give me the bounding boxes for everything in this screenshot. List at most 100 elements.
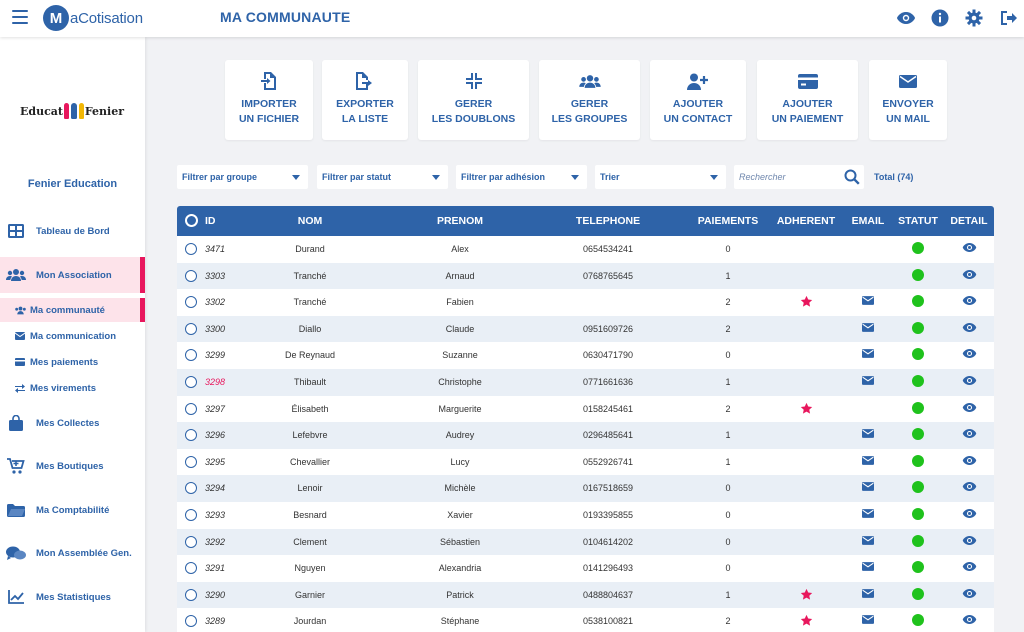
sidebar-subitem-transfers[interactable]: Mes virements <box>0 376 145 400</box>
status-dot-icon <box>912 321 924 334</box>
logout-icon[interactable] <box>998 8 1018 28</box>
row-select-radio[interactable] <box>185 322 197 335</box>
row-select-radio[interactable] <box>185 349 197 362</box>
sidebar-item-dashboard[interactable]: Tableau de Bord <box>0 213 145 249</box>
row-select-radio[interactable] <box>185 455 197 468</box>
menu-icon[interactable] <box>12 10 28 24</box>
row-select-radio[interactable] <box>185 615 197 628</box>
column-header-nom[interactable]: NOM <box>257 215 363 227</box>
table-row[interactable]: 3290 Garnier Patrick 0488804637 1 <box>177 581 994 609</box>
sidebar-subitem-payments[interactable]: Mes paiements <box>0 350 145 374</box>
eye-icon[interactable] <box>962 322 977 335</box>
envelope-icon[interactable] <box>862 535 874 547</box>
eye-icon[interactable] <box>962 588 977 601</box>
envelope-icon[interactable] <box>862 296 874 307</box>
table-row[interactable]: 3292 Clement Sébastien 0104614202 0 <box>177 528 994 556</box>
sidebar-item-collections[interactable]: Mes Collectes <box>0 405 145 441</box>
envelope-icon[interactable] <box>862 588 874 600</box>
eye-icon[interactable] <box>896 8 916 28</box>
eye-icon[interactable] <box>962 375 977 388</box>
eye-icon[interactable] <box>962 482 977 494</box>
column-header-id[interactable]: ID <box>205 215 245 227</box>
column-header-telephone[interactable]: TELEPHONE <box>553 215 663 227</box>
table-row[interactable]: 3302 Tranché Fabien 2 <box>177 289 994 316</box>
eye-icon[interactable] <box>962 562 977 574</box>
column-header-paiements[interactable]: PAIEMENTS <box>693 215 763 227</box>
row-select-radio[interactable] <box>185 243 197 255</box>
row-select-radio[interactable] <box>185 588 197 601</box>
envelope-icon[interactable] <box>862 429 874 440</box>
envelope-icon[interactable] <box>862 562 874 573</box>
sidebar-subitem-community[interactable]: Ma communauté <box>0 298 145 322</box>
table-row[interactable]: 3297 Élisabeth Marguerite 0158245461 2 <box>177 395 994 423</box>
row-select-radio[interactable] <box>185 535 197 548</box>
table-row[interactable]: 3294 Lenoir Michèle 0167518659 0 <box>177 475 994 502</box>
eye-icon[interactable] <box>962 455 977 468</box>
row-select-radio[interactable] <box>185 269 197 282</box>
envelope-icon[interactable] <box>862 455 874 467</box>
cell-statut <box>897 242 939 256</box>
info-icon[interactable] <box>930 8 950 28</box>
eye-icon[interactable] <box>962 296 977 308</box>
envelope-icon[interactable] <box>862 349 874 360</box>
envelope-icon[interactable] <box>862 322 874 334</box>
sort-select[interactable]: Trier <box>595 165 726 189</box>
export-list-button[interactable]: EXPORTER LA LISTE <box>322 60 408 140</box>
eye-icon[interactable] <box>962 243 977 255</box>
gear-icon[interactable] <box>964 8 984 28</box>
envelope-icon[interactable] <box>862 615 874 626</box>
column-header-adherent[interactable]: ADHERENT <box>771 215 841 227</box>
table-row[interactable]: 3299 De Reynaud Suzanne 0630471790 0 <box>177 342 994 369</box>
eye-icon[interactable] <box>962 615 977 627</box>
table-row[interactable]: 3303 Tranché Arnaud 0768765645 1 <box>177 262 994 290</box>
table-row[interactable]: 3295 Chevallier Lucy 0552926741 1 <box>177 448 994 476</box>
sidebar-item-accounting[interactable]: Ma Comptabilité <box>0 492 145 528</box>
envelope-icon[interactable] <box>862 482 874 493</box>
add-payment-button[interactable]: AJOUTER UN PAIEMENT <box>757 60 858 140</box>
table-row[interactable]: 3293 Besnard Xavier 0193395855 0 <box>177 501 994 529</box>
cell-telephone: 0158245461 <box>582 403 634 414</box>
eye-icon[interactable] <box>962 269 977 282</box>
table-row[interactable]: 3298 Thibault Christophe 0771661636 1 <box>177 368 994 396</box>
group-filter-select[interactable]: Filtrer par groupe <box>177 165 308 189</box>
select-all-radio[interactable] <box>185 214 198 227</box>
app-logo[interactable]: M aCotisation <box>43 5 143 31</box>
manage-duplicates-button[interactable]: GERER LES DOUBLONS <box>418 60 529 140</box>
envelope-icon[interactable] <box>862 509 874 520</box>
table-row[interactable]: 3296 Lefebvre Audrey 0296485641 1 <box>177 422 994 449</box>
manage-groups-button[interactable]: GERER LES GROUPES <box>539 60 640 140</box>
column-header-detail[interactable]: DETAIL <box>949 215 989 227</box>
table-row[interactable]: 3471 Durand Alex 0654534241 0 <box>177 236 994 263</box>
column-header-email[interactable]: EMAIL <box>847 215 889 227</box>
row-select-radio[interactable] <box>185 508 197 521</box>
import-file-button[interactable]: IMPORTER UN FICHIER <box>225 60 313 140</box>
table-row[interactable]: 3291 Nguyen Alexandria 0141296493 0 <box>177 555 994 582</box>
sidebar-item-shops[interactable]: Mes Boutiques <box>0 448 145 484</box>
sidebar-item-statistics[interactable]: Mes Statistiques <box>0 579 145 615</box>
table-row[interactable]: 3289 Jourdan Stéphane 0538100821 2 <box>177 608 994 632</box>
table-row[interactable]: 3300 Diallo Claude 0951609726 2 <box>177 315 994 343</box>
eye-icon[interactable] <box>962 349 977 361</box>
row-select-radio[interactable] <box>185 296 197 309</box>
membership-filter-select[interactable]: Filtrer par adhésion <box>456 165 587 189</box>
row-select-radio[interactable] <box>185 402 197 415</box>
search-input[interactable] <box>734 165 838 189</box>
row-select-radio[interactable] <box>185 375 197 388</box>
send-mail-button[interactable]: ENVOYER UN MAIL <box>869 60 947 140</box>
eye-icon[interactable] <box>962 508 977 521</box>
sidebar-subitem-communication[interactable]: Ma communication <box>0 324 145 348</box>
eye-icon[interactable] <box>962 429 977 441</box>
status-filter-select[interactable]: Filtrer par statut <box>317 165 448 189</box>
column-header-statut[interactable]: STATUT <box>897 215 939 227</box>
column-header-prenom[interactable]: PRENOM <box>407 215 513 227</box>
row-select-radio[interactable] <box>185 562 197 575</box>
search-icon[interactable] <box>844 169 860 185</box>
eye-icon[interactable] <box>962 535 977 548</box>
envelope-icon[interactable] <box>862 376 874 387</box>
sidebar-item-association[interactable]: Mon Association <box>0 257 145 293</box>
sidebar-item-general-assembly[interactable]: Mon Assemblée Gen. <box>0 535 145 571</box>
eye-icon[interactable] <box>962 402 977 415</box>
row-select-radio[interactable] <box>185 482 197 495</box>
row-select-radio[interactable] <box>185 429 197 442</box>
add-contact-button[interactable]: AJOUTER UN CONTACT <box>650 60 746 140</box>
